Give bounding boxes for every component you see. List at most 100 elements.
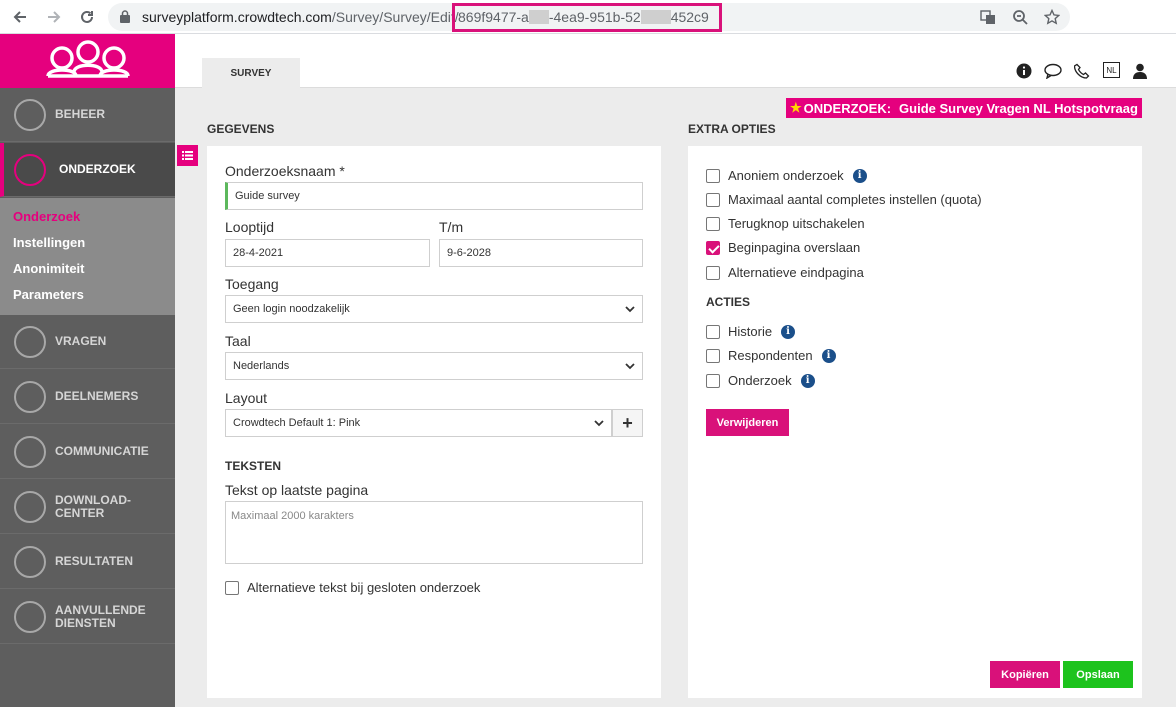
checkbox[interactable] — [706, 324, 720, 339]
back-arrow-icon[interactable] — [8, 5, 32, 29]
forward-arrow-icon[interactable] — [42, 5, 66, 29]
user-icon[interactable] — [1131, 62, 1149, 80]
url-text: surveyplatform.crowdtech.com/Survey/Surv… — [142, 9, 459, 25]
option-terugknop[interactable]: Terugknop uitschakelen — [706, 216, 865, 231]
checkbox[interactable] — [706, 348, 720, 363]
sidebar-item-deelnemers[interactable]: DEELNEMERS — [0, 370, 175, 424]
tm-label: T/m — [439, 219, 464, 235]
checkbox-checked[interactable] — [706, 240, 720, 255]
sidebar-item-resultaten[interactable]: RESULTATEN — [0, 535, 175, 589]
zoom-icon[interactable] — [1010, 7, 1030, 27]
sidebar-item-onderzoek[interactable]: ONDERZOEK — [0, 143, 175, 197]
home-icon — [14, 98, 46, 131]
delete-button[interactable]: Verwijderen — [706, 409, 789, 436]
layout-select[interactable]: Crowdtech Default 1: Pink — [225, 409, 612, 437]
list-menu-icon[interactable] — [177, 145, 198, 166]
redaction — [640, 10, 671, 24]
checkbox[interactable] — [706, 192, 720, 207]
sidebar-item-download-center[interactable]: DOWNLOAD- CENTER — [0, 480, 175, 534]
start-date-input[interactable]: 28-4-2021 — [225, 239, 430, 267]
info-icon[interactable]: i — [852, 168, 867, 183]
browser-toolbar: surveyplatform.crowdtech.com/Survey/Surv… — [0, 0, 1176, 34]
option-beginpagina[interactable]: Beginpagina overslaan — [706, 240, 860, 255]
sidebar-submenu: Onderzoek Instellingen Anonimiteit Param… — [0, 198, 175, 315]
save-button[interactable]: Opslaan — [1063, 661, 1133, 688]
download-icon — [14, 490, 46, 523]
tab-survey[interactable]: SURVEY — [202, 58, 300, 88]
lock-icon — [120, 10, 130, 23]
last-page-text-area[interactable]: Maximaal 2000 karakters — [225, 501, 643, 564]
survey-name-input[interactable]: Guide survey — [225, 182, 643, 210]
phone-icon[interactable] — [1073, 62, 1091, 80]
submenu-item-onderzoek[interactable]: Onderzoek — [13, 209, 80, 224]
submenu-item-parameters[interactable]: Parameters — [13, 287, 84, 302]
checkbox[interactable] — [706, 373, 720, 388]
star-bookmark-icon[interactable] — [1042, 7, 1062, 27]
sidebar-item-communicatie[interactable]: COMMUNICATIE — [0, 425, 175, 479]
option-anoniem-onderzoek[interactable]: Anoniem onderzoek i — [706, 168, 867, 183]
action-onderzoek[interactable]: Onderzoek i — [706, 373, 815, 388]
sidebar-item-label: DOWNLOAD- CENTER — [55, 492, 131, 520]
url-id: 869f9477-a -4ea9-951b-52 452c9 — [458, 9, 709, 25]
alt-text-checkbox-row[interactable]: Alternatieve tekst bij gesloten onderzoe… — [225, 580, 480, 595]
action-respondenten[interactable]: Respondenten i — [706, 348, 836, 363]
looptijd-label: Looptijd — [225, 219, 275, 235]
chevron-down-icon — [625, 306, 635, 313]
sidebar-item-label: RESULTATEN — [55, 554, 133, 568]
name-label: Onderzoeksnaam * — [225, 163, 345, 179]
info-icon[interactable]: i — [800, 373, 815, 388]
taal-label: Taal — [225, 333, 251, 349]
sidebar-item-vragen[interactable]: VRAGEN — [0, 315, 175, 369]
chat-icon — [14, 435, 46, 468]
info-icon — [14, 600, 46, 633]
section-title-teksten: TEKSTEN — [225, 459, 282, 473]
sidebar-item-label: AANVULLENDE DIENSTEN — [55, 602, 146, 630]
crowdtech-logo[interactable] — [0, 34, 175, 88]
action-historie[interactable]: Historie i — [706, 324, 796, 339]
pie-chart-icon — [14, 545, 46, 578]
checkbox[interactable] — [706, 265, 720, 280]
sidebar-item-label: BEHEER — [55, 107, 106, 121]
sidebar-item-label: VRAGEN — [55, 334, 107, 348]
submenu-item-anonimiteit[interactable]: Anonimiteit — [13, 261, 85, 276]
translate-icon[interactable] — [978, 7, 998, 27]
top-bar: SURVEY NL — [175, 34, 1176, 88]
chevron-down-icon — [594, 420, 604, 427]
sidebar-item-label: ONDERZOEK — [59, 162, 136, 176]
submenu-item-instellingen[interactable]: Instellingen — [13, 235, 85, 250]
toegang-select[interactable]: Geen login noodzakelijk — [225, 295, 643, 323]
alt-text-checkbox[interactable] — [225, 580, 239, 595]
layout-label: Layout — [225, 390, 268, 406]
checkbox[interactable] — [706, 216, 720, 231]
sidebar: BEHEER ONDERZOEK Onderzoek Instellingen … — [0, 34, 175, 707]
add-layout-button[interactable]: + — [612, 409, 643, 437]
sidebar-item-aanvullende-diensten[interactable]: AANVULLENDE DIENSTEN — [0, 590, 175, 644]
end-date-input[interactable]: 9-6-2028 — [439, 239, 643, 267]
info-icon[interactable]: i — [781, 324, 796, 339]
language-nl-icon[interactable]: NL — [1103, 62, 1120, 78]
redaction — [528, 10, 549, 24]
option-alternatieve-eindpagina[interactable]: Alternatieve eindpagina — [706, 265, 864, 280]
checklist-icon — [14, 325, 46, 358]
toegang-label: Toegang — [225, 276, 279, 292]
sidebar-item-label: COMMUNICATIE — [55, 444, 149, 458]
reload-icon[interactable] — [75, 5, 99, 29]
tekst-label: Tekst op laatste pagina — [225, 482, 369, 498]
star-icon: ★ — [790, 100, 802, 115]
users-icon — [14, 380, 46, 413]
section-title-extra-opties: EXTRA OPTIES — [688, 122, 776, 136]
sidebar-item-beheer[interactable]: BEHEER — [0, 88, 175, 142]
survey-name-badge: ★ ONDERZOEK: Guide Survey Vragen NL Hots… — [786, 98, 1142, 118]
taal-select[interactable]: Nederlands — [225, 352, 643, 380]
section-title-gegevens: GEGEVENS — [207, 122, 275, 136]
sidebar-item-label: DEELNEMERS — [55, 389, 139, 403]
info-circle-icon[interactable] — [1015, 62, 1033, 80]
clipboard-icon — [14, 153, 46, 186]
option-quota[interactable]: Maximaal aantal completes instellen (quo… — [706, 192, 982, 207]
speech-bubble-icon[interactable] — [1044, 62, 1062, 80]
info-icon[interactable]: i — [821, 348, 836, 363]
section-title-acties: ACTIES — [706, 295, 751, 309]
chevron-down-icon — [625, 363, 635, 370]
copy-button[interactable]: Kopiëren — [990, 661, 1060, 688]
checkbox[interactable] — [706, 168, 720, 183]
